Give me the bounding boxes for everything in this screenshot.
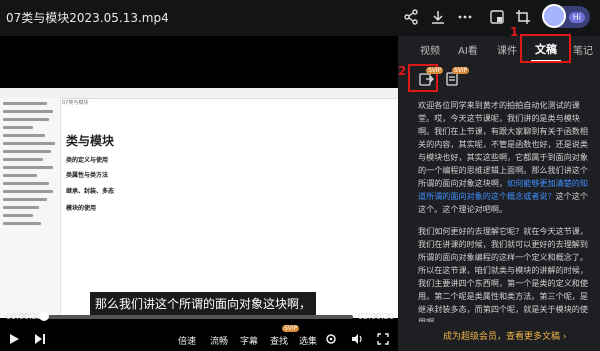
next-icon[interactable] [34, 333, 46, 345]
avatar-image [542, 4, 566, 28]
total-time: 02:00:20 [358, 312, 394, 321]
tab-courseware[interactable]: 课件 [497, 42, 517, 57]
doc-tool-svip-badge: SVIP [452, 67, 470, 74]
video-frame-tab: 07类与模块 [62, 100, 89, 106]
share-icon[interactable] [402, 8, 420, 26]
current-time: 00:00:22 [6, 312, 42, 321]
transcript-paragraph: 欢迎各位同学来到黄才的拍拍自动化测试的课堂。哎，今天这节课呢，我们讲的是类与模块… [418, 99, 590, 216]
crop-icon[interactable] [514, 8, 532, 26]
video-title: 07类与模块2023.05.13.mp4 [6, 11, 169, 25]
episodes-button[interactable]: 选集 [299, 334, 317, 347]
video-frame-subheading: 类属性与类方法 [66, 172, 109, 179]
find-button[interactable]: 查找 [270, 334, 288, 347]
fluency-button[interactable]: 流畅 [210, 334, 228, 347]
download-icon[interactable] [429, 8, 447, 26]
highlight-box-tab [520, 34, 571, 63]
export-svip-badge: SVIP [426, 67, 444, 74]
progress-track[interactable] [43, 315, 353, 319]
caption-button[interactable]: 字幕 [240, 334, 258, 347]
video-frame-subheading: 模块的使用 [66, 205, 97, 212]
pip-icon[interactable] [488, 8, 506, 26]
vip-upsell-link[interactable]: 成为超级会员，查看更多文稿 › [443, 329, 566, 342]
tab-notes[interactable]: 笔记 [573, 42, 593, 57]
tab-ai[interactable]: AI看 [458, 42, 478, 57]
avatar-badge: Hi [568, 11, 585, 23]
fullscreen-icon[interactable] [377, 333, 389, 345]
transcript-text-run: 欢迎各位同学来到黄才的拍拍自动化测试的课堂。哎，今天这节课呢，我们讲的是类与模块… [418, 100, 588, 188]
video-frame-sidebar [0, 98, 61, 318]
volume-icon[interactable] [351, 333, 363, 345]
progress-handle[interactable] [38, 311, 49, 321]
more-icon[interactable] [456, 8, 474, 26]
video-frame-heading: 类与模块 [66, 134, 115, 148]
transcript-paragraph: 我们如何更好的去理解它呢？就在今天这节课，我们在讲课的时候，我们就可以更好的去理… [418, 226, 588, 327]
speed-button[interactable]: 倍速 [178, 334, 196, 347]
transcript-text: 欢迎各位同学来到黄才的拍拍自动化测试的课堂。哎，今天这节课呢，我们讲的是类与模块… [418, 99, 590, 338]
find-svip-badge: SVIP [282, 325, 300, 332]
settings-icon[interactable] [325, 333, 337, 345]
user-avatar[interactable]: Hi [542, 4, 590, 28]
annotation-label: 2 [398, 64, 407, 78]
play-icon[interactable] [8, 333, 20, 345]
video-subtitle: 那么我们讲这个所谓的面向对象这块啊， [90, 292, 317, 315]
video-frame-subheading: 继承、封装、多态 [66, 188, 115, 195]
video-frame-subheading: 类的定义与使用 [66, 157, 109, 164]
tab-video[interactable]: 视频 [420, 42, 440, 57]
annotation-label: 1 [510, 25, 519, 39]
